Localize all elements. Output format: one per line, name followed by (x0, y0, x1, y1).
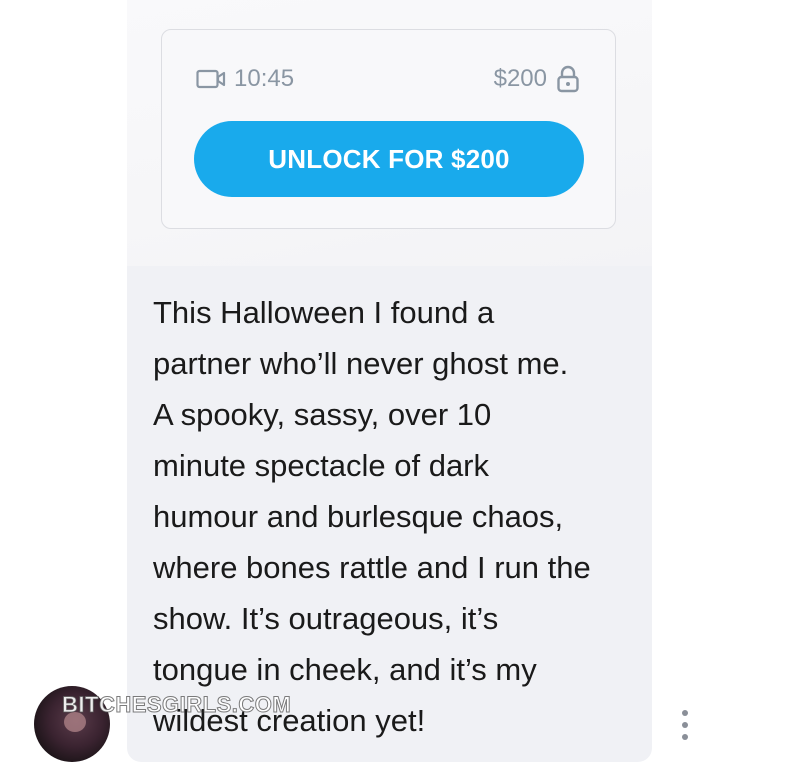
post-caption: This Halloween I found a partner who’ll … (153, 287, 638, 746)
more-dot (682, 710, 688, 716)
caption-line: minute spectacle of dark (153, 448, 490, 483)
chat-stage: 10:45 $200 UNLOCK FOR $200 This Hallowee… (0, 0, 800, 770)
caption-line: A spooky, sassy, over 10 (153, 397, 492, 432)
media-duration: 10:45 (196, 65, 294, 93)
duration-text: 10:45 (234, 65, 295, 92)
caption-line: humour and burlesque chaos, (153, 499, 564, 534)
lock-icon (557, 65, 579, 93)
more-dot (682, 734, 688, 740)
more-dot (682, 722, 688, 728)
caption-line: show. It’s outrageous, it’s (153, 601, 499, 636)
unlock-button[interactable]: UNLOCK FOR $200 (194, 121, 584, 197)
media-meta-row: 10:45 $200 (196, 64, 579, 94)
caption-line: where bones rattle and I run the (153, 550, 591, 585)
caption-line: This Halloween I found a (153, 295, 495, 330)
caption-line: partner who’ll never ghost me. (153, 346, 569, 381)
watermark-text: BITCHESGIRLS.COM (61, 692, 292, 718)
price-text: $200 (493, 65, 547, 92)
more-vertical-icon[interactable] (677, 710, 693, 740)
caption-line: tongue in cheek, and it’s my (153, 652, 537, 687)
media-price: $200 (494, 65, 579, 93)
video-camera-icon (196, 69, 226, 89)
locked-media-card[interactable]: 10:45 $200 UNLOCK FOR $200 (161, 29, 616, 229)
